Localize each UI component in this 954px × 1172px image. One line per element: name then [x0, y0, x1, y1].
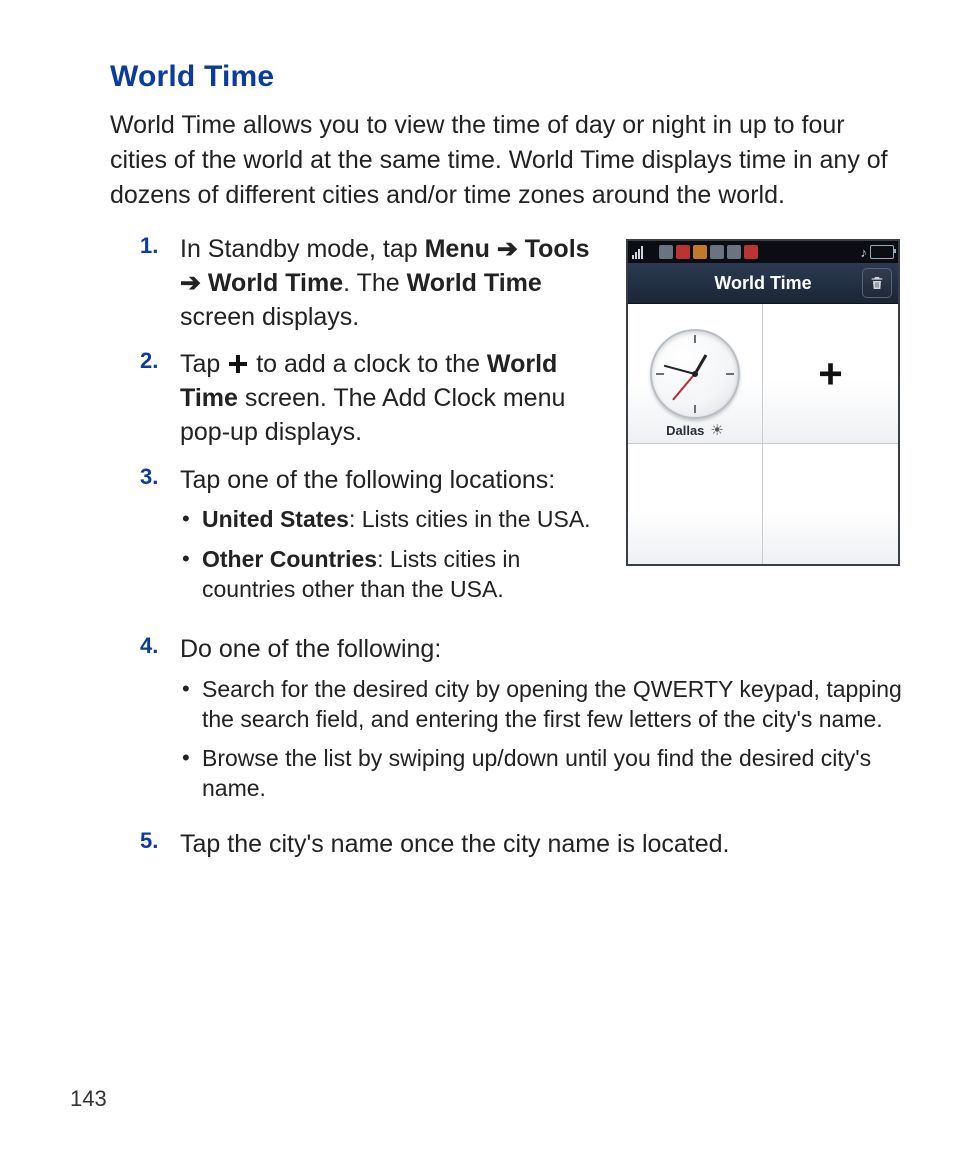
clock-cell-empty[interactable]: [628, 444, 763, 564]
music-icon: ♪: [861, 245, 868, 260]
step-number: 4.: [140, 633, 180, 814]
signal-icon: [632, 246, 643, 259]
plus-icon: [227, 353, 249, 375]
status-bar: ♪: [628, 241, 898, 263]
step-2: 2. Tap to add a clock to the World Time …: [140, 348, 608, 449]
step-4: 4. Do one of the following: Search for t…: [140, 633, 904, 814]
bullet-other: Other Countries: Lists cities in countri…: [180, 545, 608, 605]
battery-icon: [870, 245, 894, 259]
status-icon: [710, 245, 724, 259]
text: Tap one of the following locations:: [180, 466, 555, 494]
phone-screenshot: ♪ World Time: [626, 239, 904, 629]
world-time-label: World Time: [407, 269, 542, 297]
step-number: 3.: [140, 464, 180, 615]
step-body: In Standby mode, tap Menu ➔ Tools ➔ Worl…: [180, 233, 608, 334]
plus-icon: +: [818, 353, 843, 395]
bullet-us: United States: Lists cities in the USA.: [180, 505, 608, 535]
clock-cell-empty[interactable]: [763, 444, 898, 564]
status-icon: [676, 245, 690, 259]
menu-label: Menu: [425, 235, 490, 263]
arrow-icon: ➔: [180, 269, 201, 297]
text: . The: [343, 269, 406, 297]
text: screen displays.: [180, 303, 359, 331]
status-icon: [727, 245, 741, 259]
delete-button[interactable]: [862, 268, 892, 298]
text: In Standby mode, tap: [180, 235, 425, 263]
status-icon: [659, 245, 673, 259]
step-number: 5.: [140, 828, 180, 862]
step-1: 1. In Standby mode, tap Menu ➔ Tools ➔ W…: [140, 233, 608, 334]
step-5: 5. Tap the city's name once the city nam…: [140, 828, 904, 862]
text: Tap: [180, 350, 227, 378]
screen-titlebar: World Time: [628, 263, 898, 304]
clock-cell-add[interactable]: +: [763, 304, 898, 444]
step-body: Tap one of the following locations: Unit…: [180, 464, 608, 615]
city-name: Dallas: [666, 423, 704, 438]
trash-icon: [869, 275, 885, 291]
world-time-label: World Time: [208, 269, 343, 297]
arrow-icon: ➔: [497, 235, 518, 263]
bullet-search: Search for the desired city by opening t…: [180, 675, 904, 735]
clock-cell-1[interactable]: Dallas ☀: [628, 304, 763, 444]
sun-icon: ☀: [710, 421, 723, 439]
text: : Lists cities in the USA.: [349, 506, 591, 532]
text: to add a clock to the: [249, 350, 487, 378]
tools-label: Tools: [525, 235, 590, 263]
text: Do one of the following:: [180, 635, 441, 663]
page-number: 143: [70, 1086, 107, 1112]
step-3: 3. Tap one of the following locations: U…: [140, 464, 608, 615]
intro-paragraph: World Time allows you to view the time o…: [110, 108, 904, 213]
label: United States: [202, 506, 349, 532]
screen-title: World Time: [714, 273, 811, 294]
step-number: 1.: [140, 233, 180, 334]
step-number: 2.: [140, 348, 180, 449]
bullet-browse: Browse the list by swiping up/down until…: [180, 744, 904, 804]
status-icon: [693, 245, 707, 259]
text: screen. The Add Clock menu pop-up displa…: [180, 384, 565, 446]
status-icon: [744, 245, 758, 259]
step-body: Tap to add a clock to the World Time scr…: [180, 348, 608, 449]
analog-clock: [650, 329, 740, 419]
step-body: Tap the city's name once the city name i…: [180, 828, 904, 862]
section-heading: World Time: [110, 60, 904, 94]
label: Other Countries: [202, 546, 377, 572]
step-body: Do one of the following: Search for the …: [180, 633, 904, 814]
